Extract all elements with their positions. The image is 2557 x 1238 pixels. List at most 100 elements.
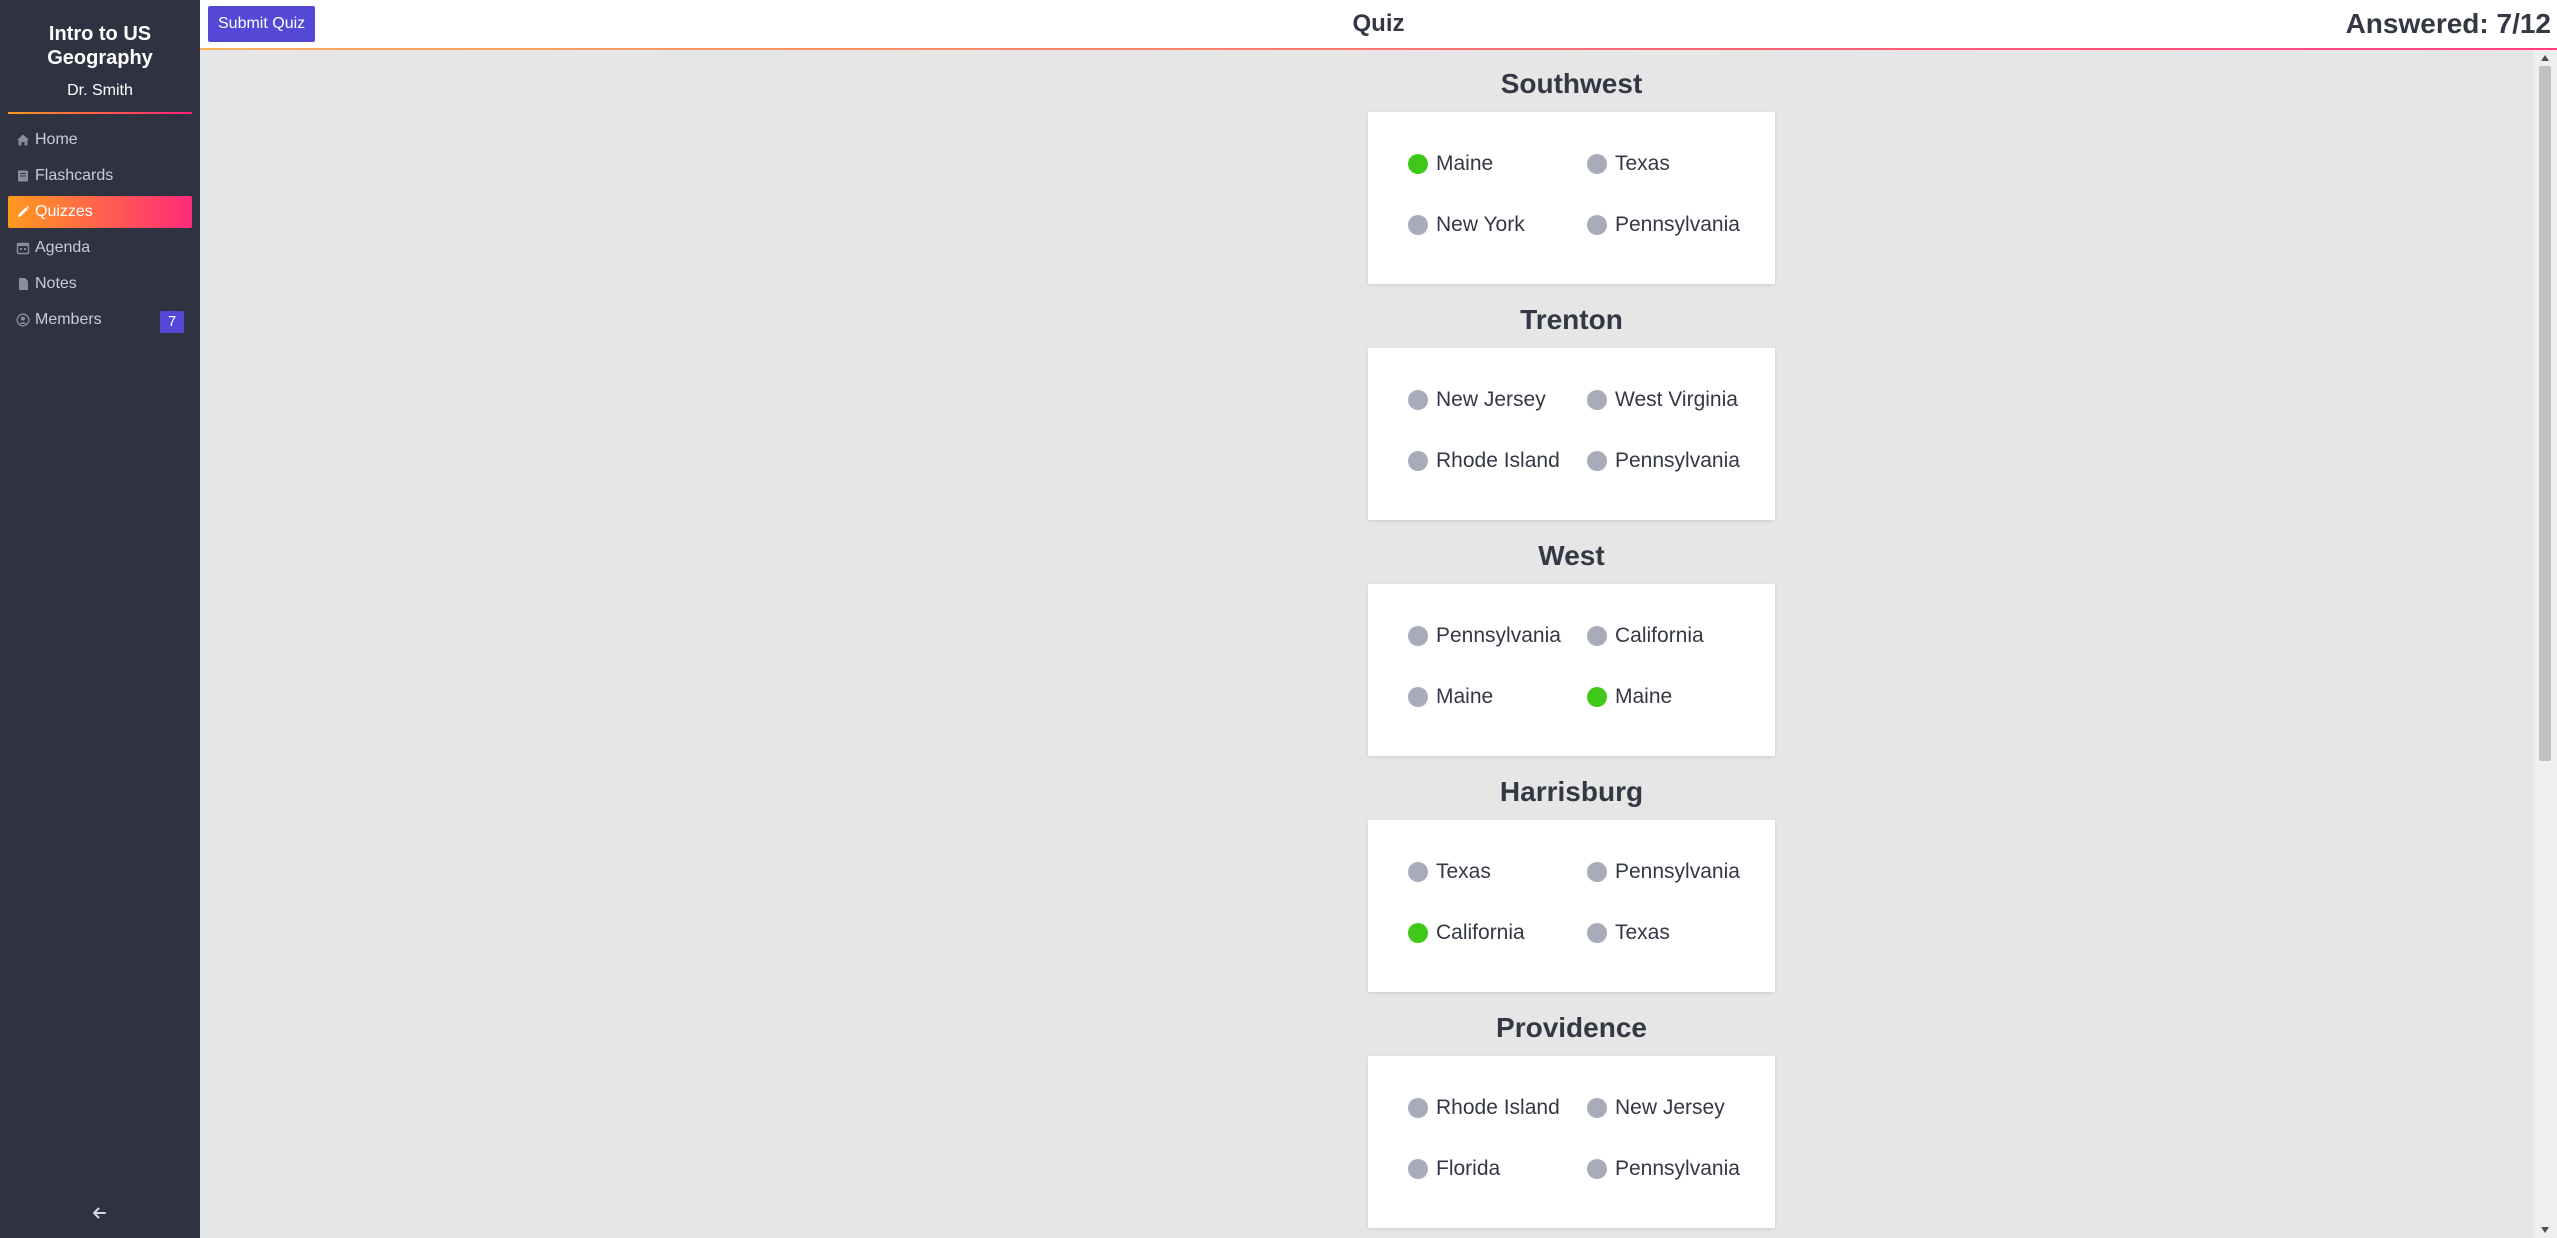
radio-unselected[interactable] <box>1408 1098 1428 1118</box>
answer-option[interactable]: Rhode Island <box>1408 449 1587 473</box>
option-label: Pennsylvania <box>1615 213 1740 236</box>
sidebar-item-home[interactable]: Home <box>8 124 192 156</box>
sidebar-item-label: Quizzes <box>35 203 93 220</box>
answer-option[interactable]: New Jersey <box>1587 1096 1758 1120</box>
radio-unselected[interactable] <box>1408 451 1428 471</box>
option-label: Texas <box>1615 921 1670 944</box>
radio-unselected[interactable] <box>1587 1098 1607 1118</box>
answer-option[interactable]: Texas <box>1587 152 1758 176</box>
answer-option[interactable]: Maine <box>1408 685 1587 709</box>
page-scrollbar[interactable] <box>2533 50 2557 1238</box>
sidebar-item-label: Agenda <box>35 239 91 256</box>
answer-option[interactable]: Pennsylvania <box>1408 624 1587 648</box>
question-block: Providence Rhode Island New Jersey Flori… <box>1368 1010 1775 1228</box>
scroll-down-arrow-icon[interactable] <box>2533 1222 2557 1238</box>
quiz-content: Southwest Maine Texas New York Pennsylva… <box>200 50 2533 1238</box>
question-card: Maine Texas New York Pennsylvania <box>1368 112 1775 284</box>
option-label: Pennsylvania <box>1615 449 1740 472</box>
radio-unselected[interactable] <box>1587 862 1607 882</box>
answer-option[interactable]: Pennsylvania <box>1587 213 1758 237</box>
question-card: Pennsylvania California Maine Maine <box>1368 584 1775 756</box>
answer-option[interactable]: Maine <box>1587 685 1758 709</box>
radio-unselected[interactable] <box>1587 390 1607 410</box>
answer-option[interactable]: Pennsylvania <box>1587 860 1758 884</box>
top-bar: Submit Quiz Quiz Answered: 7/12 <box>200 0 2557 50</box>
question-block: Southwest Maine Texas New York Pennsylva… <box>1368 66 1775 284</box>
sidebar-item-notes[interactable]: Notes <box>8 268 192 300</box>
question-block: Harrisburg Texas Pennsylvania California… <box>1368 774 1775 992</box>
answer-option[interactable]: Maine <box>1408 152 1587 176</box>
answer-option[interactable]: Texas <box>1408 860 1587 884</box>
radio-selected[interactable] <box>1408 154 1428 174</box>
option-label: New York <box>1436 213 1525 236</box>
answer-option[interactable]: Pennsylvania <box>1587 449 1758 473</box>
radio-unselected[interactable] <box>1587 923 1607 943</box>
radio-unselected[interactable] <box>1408 1159 1428 1179</box>
instructor-name: Dr. Smith <box>67 82 133 99</box>
radio-selected[interactable] <box>1408 923 1428 943</box>
radio-unselected[interactable] <box>1587 626 1607 646</box>
option-label: Rhode Island <box>1436 1096 1560 1119</box>
scrollbar-thumb[interactable] <box>2539 66 2551 761</box>
sidebar-item-members[interactable]: Members 7 <box>8 304 192 336</box>
option-label: Maine <box>1615 685 1673 708</box>
question-title: Southwest <box>1500 68 1643 99</box>
sidebar: Intro to US Geography Dr. Smith Home Fla… <box>0 0 200 1238</box>
question-title: Trenton <box>1520 304 1623 335</box>
radio-unselected[interactable] <box>1408 215 1428 235</box>
sidebar-divider <box>8 112 192 114</box>
question-card: New Jersey West Virginia Rhode Island Pe… <box>1368 348 1775 520</box>
option-label: Florida <box>1436 1157 1501 1180</box>
answer-option[interactable]: New York <box>1408 213 1587 237</box>
answer-option[interactable]: California <box>1587 624 1758 648</box>
option-label: New Jersey <box>1615 1096 1725 1119</box>
option-label: Rhode Island <box>1436 449 1560 472</box>
sidebar-item-label: Notes <box>35 275 77 292</box>
radio-unselected[interactable] <box>1587 1159 1607 1179</box>
answer-option[interactable]: California <box>1408 921 1587 945</box>
option-label: California <box>1436 921 1525 944</box>
page-title: Quiz <box>1352 10 1405 37</box>
sidebar-item-label: Members <box>35 311 102 328</box>
radio-unselected[interactable] <box>1587 154 1607 174</box>
answer-option[interactable]: Pennsylvania <box>1587 1157 1758 1181</box>
sidebar-item-agenda[interactable]: Agenda <box>8 232 192 264</box>
option-label: Pennsylvania <box>1615 860 1740 883</box>
option-label: Maine <box>1436 685 1494 708</box>
option-label: Pennsylvania <box>1615 1157 1740 1180</box>
answer-option[interactable]: West Virginia <box>1587 388 1758 412</box>
answer-option[interactable]: Texas <box>1587 921 1758 945</box>
radio-unselected[interactable] <box>1408 687 1428 707</box>
sidebar-item-flashcards[interactable]: Flashcards <box>8 160 192 192</box>
radio-unselected[interactable] <box>1587 215 1607 235</box>
option-label: West Virginia <box>1615 388 1738 411</box>
radio-unselected[interactable] <box>1408 862 1428 882</box>
answer-option[interactable]: New Jersey <box>1408 388 1587 412</box>
scroll-up-arrow-icon[interactable] <box>2533 50 2557 66</box>
document-icon <box>16 277 30 291</box>
arrow-left-icon <box>91 1205 107 1226</box>
flashcards-icon <box>16 169 30 183</box>
course-title: Intro to US Geography <box>47 23 153 69</box>
sidebar-item-label: Home <box>35 131 78 148</box>
collapse-sidebar-button[interactable] <box>88 1204 110 1226</box>
sidebar-nav: Home Flashcards Quizzes Agenda Notes Mem… <box>0 124 200 336</box>
option-label: Texas <box>1436 860 1491 883</box>
user-circle-icon <box>16 313 30 327</box>
radio-unselected[interactable] <box>1408 390 1428 410</box>
question-title: Harrisburg <box>1499 776 1644 807</box>
answer-option[interactable]: Rhode Island <box>1408 1096 1587 1120</box>
question-card: Rhode Island New Jersey Florida Pennsylv… <box>1368 1056 1775 1228</box>
pencil-icon <box>16 205 30 219</box>
members-count-badge: 7 <box>160 311 184 333</box>
radio-unselected[interactable] <box>1408 626 1428 646</box>
question-card: Texas Pennsylvania California Texas <box>1368 820 1775 992</box>
question-block: West Pennsylvania California Maine Maine <box>1368 538 1775 756</box>
radio-unselected[interactable] <box>1587 451 1607 471</box>
sidebar-item-quizzes[interactable]: Quizzes <box>8 196 192 228</box>
answer-option[interactable]: Florida <box>1408 1157 1587 1181</box>
answered-counter: Answered: 7/12 <box>2345 8 2551 39</box>
radio-selected[interactable] <box>1587 687 1607 707</box>
home-icon <box>16 133 30 147</box>
option-label: Pennsylvania <box>1436 624 1561 647</box>
